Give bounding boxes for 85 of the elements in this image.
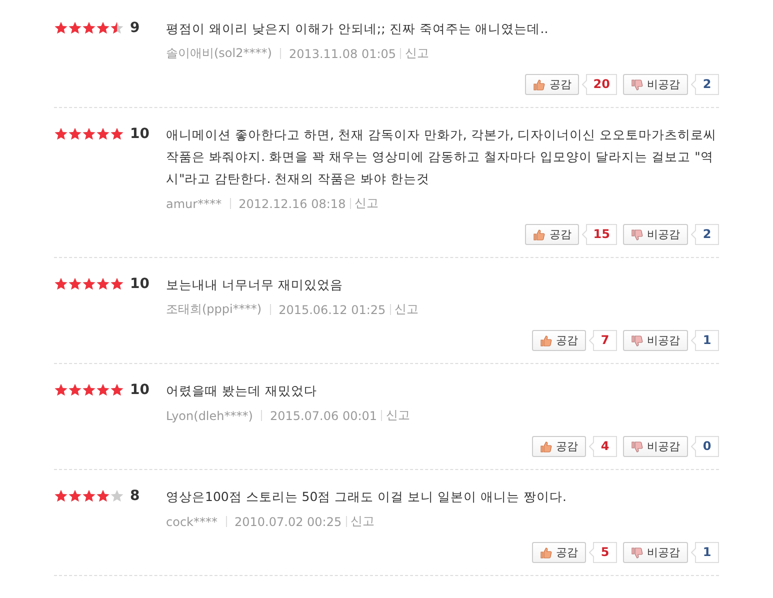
review-date: 2015.07.06 00:01: [270, 408, 378, 422]
review-date: 2012.12.16 08:18: [238, 196, 346, 210]
thumbs-up-icon: [540, 546, 552, 558]
thumbs-down-icon: [631, 78, 643, 90]
bubble-pointer-icon: [691, 542, 696, 563]
bubble-pointer-icon: [691, 436, 696, 457]
like-button[interactable]: 공감: [532, 542, 586, 563]
thumbs-down-icon: [631, 228, 643, 240]
dislike-count: 1: [696, 542, 719, 563]
author-name: 조태희(pppi****): [166, 301, 262, 318]
star-icon: [54, 489, 68, 503]
star-icon: [82, 383, 96, 397]
star-icon: [110, 489, 124, 503]
star-icon: [110, 127, 124, 141]
like-button[interactable]: 공감: [532, 330, 586, 351]
star-icon: [68, 489, 82, 503]
like-count: 4: [594, 436, 617, 457]
star-icon: [54, 383, 68, 397]
review-date: 2015.06.12 01:25: [278, 302, 386, 316]
dislike-count: 2: [696, 74, 719, 95]
star-icon: [96, 489, 110, 503]
dislike-button[interactable]: 비공감: [623, 436, 688, 457]
review-text: 어렸을때 봤는데 재밌었다: [166, 382, 318, 400]
author-name: amur****: [166, 196, 222, 210]
star-icon: [82, 21, 96, 35]
bubble-pointer-icon: [589, 542, 594, 563]
bubble-pointer-icon: [691, 74, 696, 95]
rating-score: 10: [130, 277, 150, 291]
star-icon: [96, 383, 110, 397]
star-icon: [68, 277, 82, 291]
author-name: 솔이애비(sol2****): [166, 45, 272, 62]
like-button[interactable]: 공감: [525, 74, 580, 95]
review-date: 2013.11.08 01:05: [288, 46, 396, 60]
like-button[interactable]: 공감: [525, 224, 580, 245]
author-name: cock****: [166, 514, 218, 528]
star-icon: [110, 383, 124, 397]
bubble-pointer-icon: [582, 224, 588, 245]
author-name: Lyon(dleh****): [166, 408, 253, 422]
star-icon: [82, 489, 96, 503]
star-icon: [82, 127, 96, 141]
star-icon: [54, 277, 68, 291]
star-icon: [54, 21, 68, 35]
dislike-count: 1: [696, 330, 719, 351]
star-icon: [110, 21, 124, 35]
thumbs-down-icon: [631, 546, 643, 558]
star-icon: [54, 127, 68, 141]
review-text: 영상은100점 스토리는 50점 그래도 이걸 보니 일본이 애니는 짱이다.: [166, 488, 568, 506]
like-count: 5: [594, 542, 617, 563]
star-icon: [68, 21, 82, 35]
star-icon: [96, 21, 110, 35]
review-date: 2010.07.02 00:25: [234, 514, 342, 528]
thumbs-up-icon: [540, 334, 552, 346]
review-text: 보는내내 너무너무 재미있었음: [166, 276, 344, 294]
dislike-count: 0: [696, 436, 719, 457]
dislike-count: 2: [696, 224, 719, 245]
review-text: 평점이 왜이리 낮은지 이해가 안되네;; 진짜 죽여주는 애니였는데..: [166, 20, 550, 38]
thumbs-down-icon: [631, 334, 643, 346]
star-icon: [68, 383, 82, 397]
dislike-button[interactable]: 비공감: [623, 542, 688, 563]
dislike-button[interactable]: 비공감: [623, 330, 688, 351]
thumbs-down-icon: [631, 440, 643, 452]
star-icon: [110, 277, 124, 291]
rating-score: 8: [130, 489, 140, 503]
star-icon: [82, 277, 96, 291]
review-text: 애니메이션 좋아한다고 하면, 천재 감독이자 만화가, 각본가, 디자이너이신 오오토마가츠히로씨 작품은 봐줘야지. 화면을 꽉 채우는 영상미에 감동하고 철자마다 입모양이 달라지는 걸보고 "역시"라고 감탄한다. 천재의 작품은 봐야 한는것: [166, 126, 718, 188]
thumbs-up-icon: [533, 228, 546, 240]
bubble-pointer-icon: [691, 224, 696, 245]
bubble-pointer-icon: [589, 436, 594, 457]
dislike-button[interactable]: 비공감: [623, 74, 688, 95]
star-icon: [68, 127, 82, 141]
star-icon: [96, 127, 110, 141]
bubble-pointer-icon: [582, 74, 588, 95]
rating-score: 10: [130, 383, 150, 397]
rating-score: 9: [130, 21, 140, 35]
like-count: 7: [594, 330, 617, 351]
like-count: 20: [587, 74, 617, 95]
like-count: 15: [587, 224, 617, 245]
star-icon: [96, 277, 110, 291]
bubble-pointer-icon: [589, 330, 594, 351]
thumbs-up-icon: [533, 78, 546, 90]
dislike-button[interactable]: 비공감: [623, 224, 688, 245]
bubble-pointer-icon: [691, 330, 696, 351]
thumbs-up-icon: [540, 440, 552, 452]
rating-score: 10: [130, 127, 150, 141]
like-button[interactable]: 공감: [532, 436, 586, 457]
